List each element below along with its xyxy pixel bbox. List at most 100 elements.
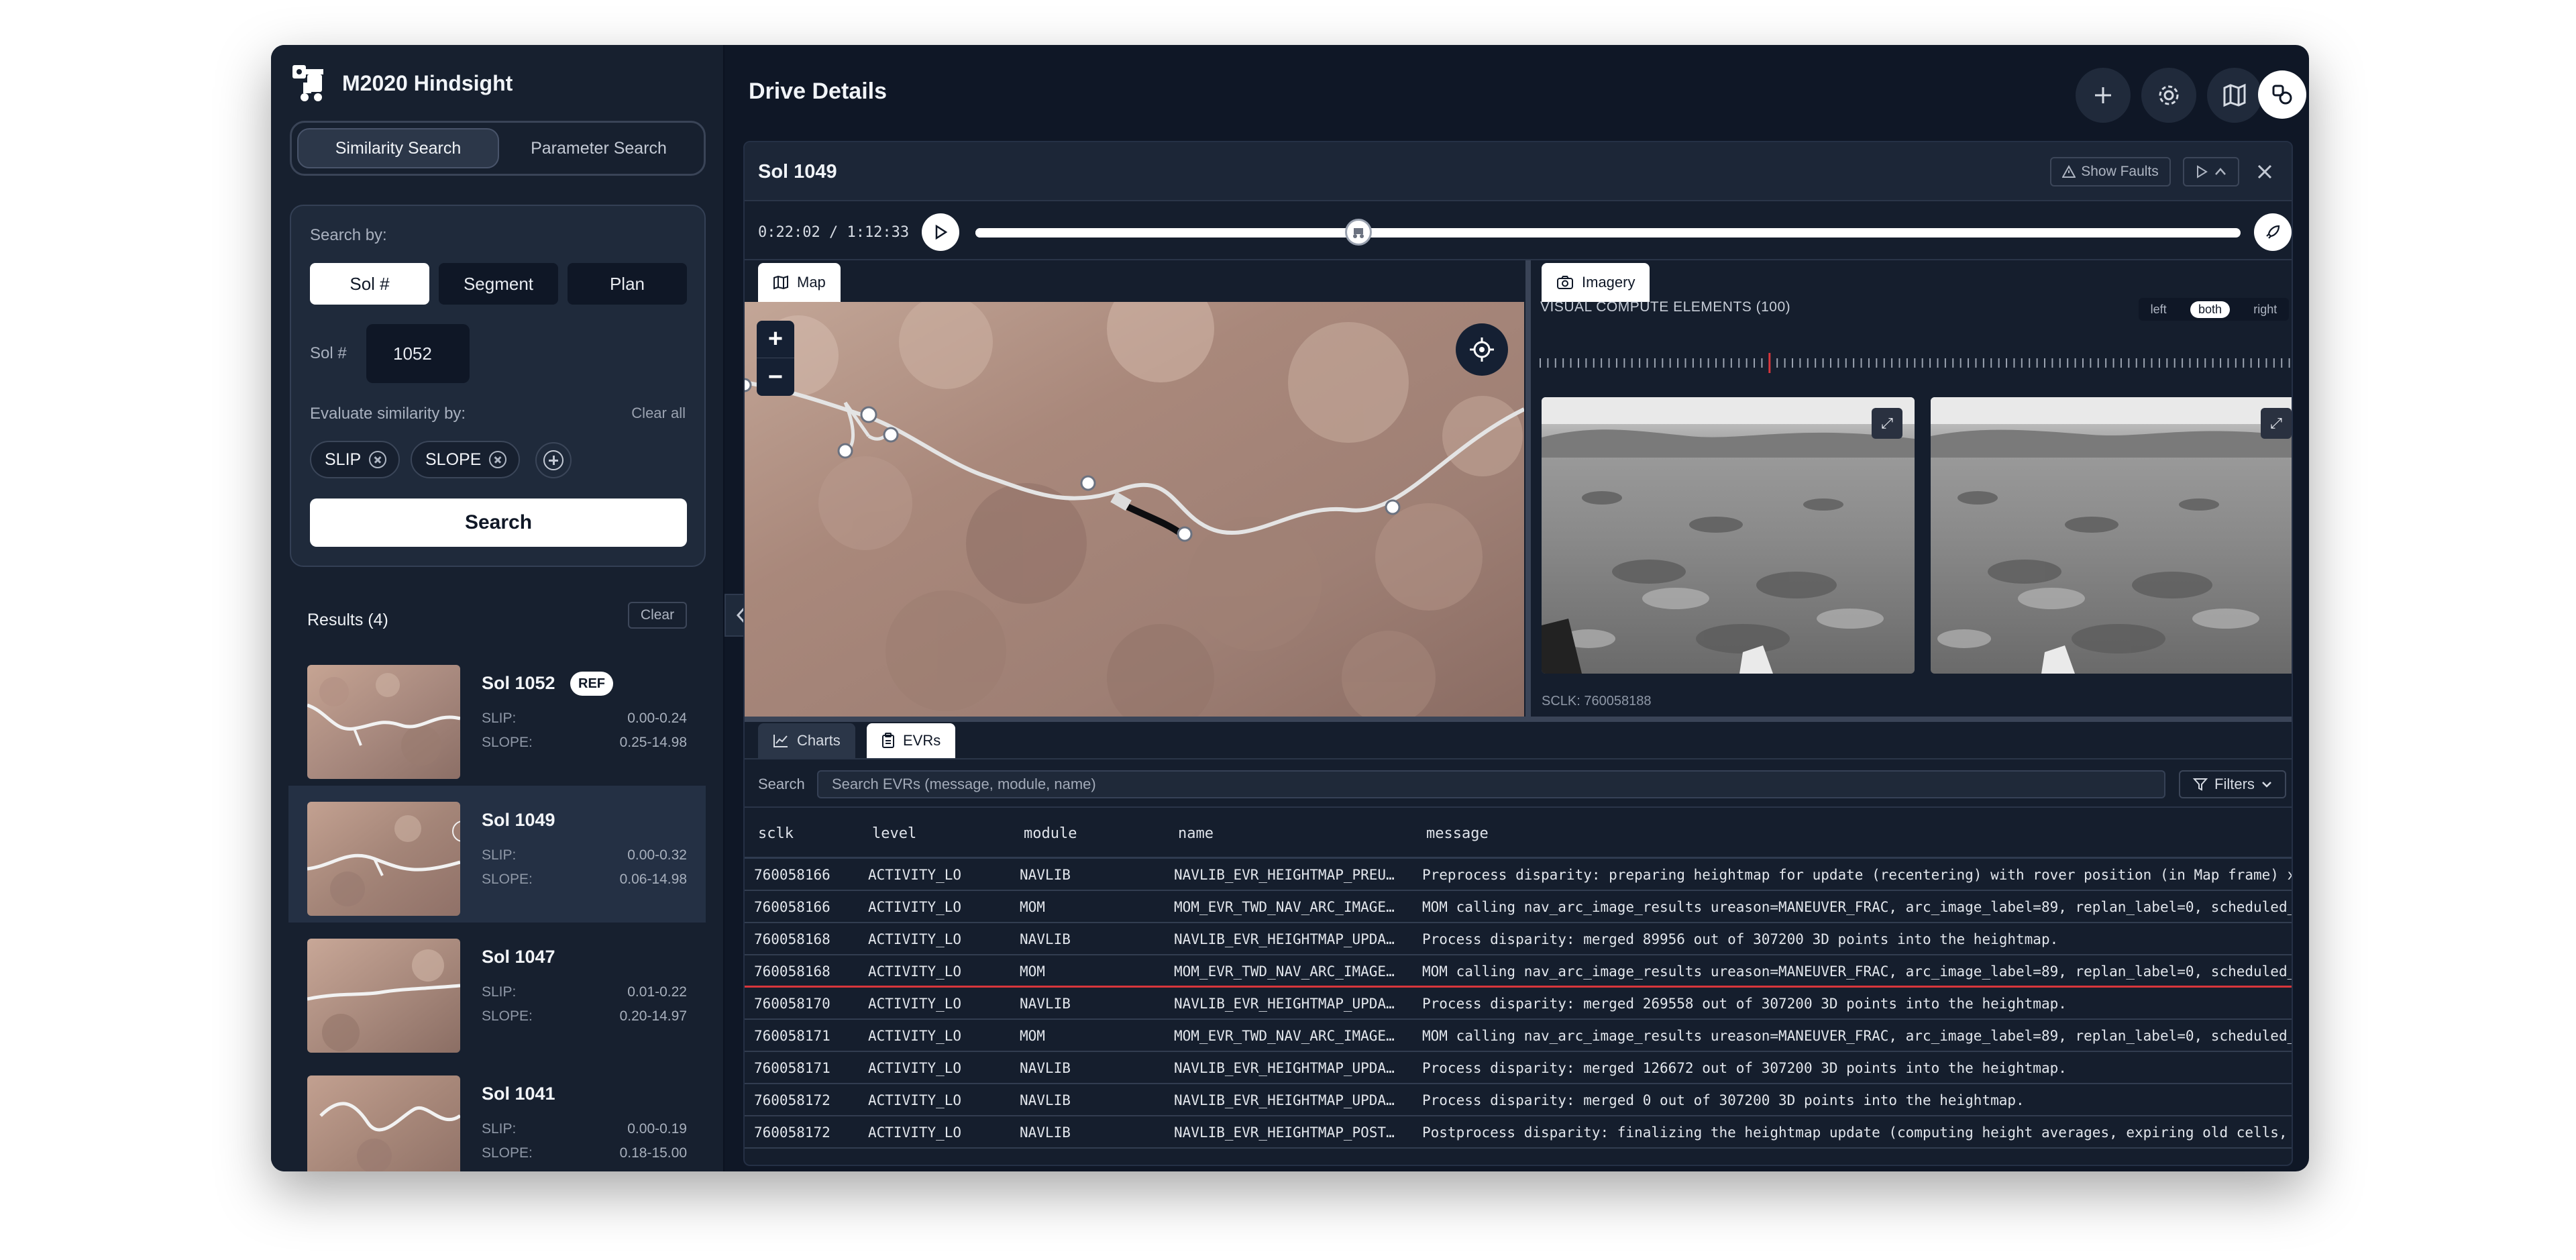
result-item-selected[interactable]: Sol 1049 SLIP: 0.00-0.32 SLOPE: 0.06-14.… bbox=[288, 786, 706, 923]
cell-level: ACTIVITY_LO bbox=[868, 899, 962, 915]
close-icon[interactable] bbox=[2255, 162, 2274, 181]
cell-message: Process disparity: merged 89956 out of 3… bbox=[1422, 931, 2059, 947]
add-button[interactable] bbox=[2076, 68, 2131, 123]
slope-label: SLOPE: bbox=[482, 1008, 533, 1024]
locate-button[interactable] bbox=[1456, 323, 1508, 376]
clear-results-button[interactable]: Clear bbox=[628, 602, 687, 629]
page-title: Drive Details bbox=[749, 78, 887, 104]
cell-name: NAVLIB_EVR_HEIGHTMAP_PREU… bbox=[1174, 867, 1395, 883]
cell-message: Process disparity: merged 0 out of 30720… bbox=[1422, 1092, 2025, 1108]
search-by-segment-button[interactable]: Segment bbox=[439, 263, 558, 305]
split-divider-horizontal[interactable] bbox=[745, 717, 2292, 722]
add-parameter-button[interactable] bbox=[535, 442, 572, 478]
crosshair-icon bbox=[1470, 337, 1494, 362]
tab-parameter-search[interactable]: Parameter Search bbox=[499, 128, 698, 168]
slip-label: SLIP: bbox=[482, 847, 517, 863]
search-by-sol-button[interactable]: Sol # bbox=[310, 263, 429, 305]
cell-name: NAVLIB_EVR_HEIGHTMAP_UPDA… bbox=[1174, 1060, 1395, 1076]
slip-value: 0.00-0.19 bbox=[627, 1121, 687, 1137]
layers-icon bbox=[2272, 85, 2292, 105]
cell-name: MOM_EVR_TWD_NAV_ARC_IMAGE… bbox=[1174, 899, 1395, 915]
table-row[interactable]: 760058172 ACTIVITY_LO NAVLIB NAVLIB_EVR_HEI… bbox=[745, 1116, 2292, 1149]
result-item[interactable]: Sol 1041 SLIP: 0.00-0.19 SLOPE: 0.18-15.… bbox=[288, 1059, 706, 1171]
playback-toggle[interactable] bbox=[2183, 157, 2239, 187]
evaluate-label: Evaluate similarity by: bbox=[310, 405, 466, 423]
evr-search-row: Search Filters bbox=[745, 758, 2292, 808]
cell-module: NAVLIB bbox=[1020, 1124, 1071, 1141]
left-camera-image[interactable]: ⤢ bbox=[1542, 397, 1915, 674]
cell-level: ACTIVITY_LO bbox=[868, 996, 962, 1012]
chevron-up-icon bbox=[2215, 168, 2226, 175]
zoom-in-button[interactable]: + bbox=[757, 321, 794, 358]
remove-chip-icon[interactable] bbox=[369, 451, 387, 468]
slip-value: 0.01-0.22 bbox=[627, 984, 687, 1000]
expand-icon[interactable]: ⤢ bbox=[2261, 408, 2292, 439]
slope-label: SLOPE: bbox=[482, 735, 533, 750]
result-title: Sol 1041 bbox=[482, 1084, 555, 1104]
cell-level: ACTIVITY_LO bbox=[868, 1028, 962, 1044]
show-faults-button[interactable]: Show Faults bbox=[2050, 157, 2171, 187]
cell-message: MOM calling nav_arc_image_results ureaso… bbox=[1422, 1028, 2292, 1044]
result-title: Sol 1052 bbox=[482, 673, 555, 693]
slope-value: 0.20-14.97 bbox=[619, 1008, 687, 1024]
search-by-label: Search by: bbox=[310, 226, 387, 244]
search-button[interactable]: Search bbox=[310, 498, 687, 547]
table-row[interactable]: 760058166 ACTIVITY_LO NAVLIB NAVLIB_EVR_HEI… bbox=[745, 859, 2292, 891]
brand: M2020 Hindsight bbox=[290, 62, 513, 104]
table-row[interactable]: 760058168 ACTIVITY_LO NAVLIB NAVLIB_EVR_HEI… bbox=[745, 923, 2292, 955]
table-row[interactable]: 760058166 ACTIVITY_LO MOM MOM_EVR_TWD_NAV_A… bbox=[745, 891, 2292, 923]
clear-all-link[interactable]: Clear all bbox=[631, 405, 686, 422]
view-right-option[interactable]: right bbox=[2253, 303, 2277, 317]
cell-name: NAVLIB_EVR_HEIGHTMAP_POST… bbox=[1174, 1124, 1395, 1141]
sol-title: Sol 1049 bbox=[758, 161, 837, 182]
chip-label: SLIP bbox=[325, 450, 362, 469]
tab-similarity-search[interactable]: Similarity Search bbox=[297, 128, 499, 168]
view-both-option[interactable]: both bbox=[2190, 301, 2230, 318]
play-button[interactable] bbox=[922, 213, 959, 251]
tab-evrs[interactable]: EVRs bbox=[867, 723, 956, 758]
layers-view-button[interactable] bbox=[2258, 70, 2306, 119]
map-view[interactable]: + − bbox=[745, 302, 1524, 717]
table-row[interactable]: 760058171 ACTIVITY_LO MOM MOM_EVR_TWD_NAV_A… bbox=[745, 1020, 2292, 1052]
tab-map[interactable]: Map bbox=[758, 263, 841, 302]
column-header-name[interactable]: name bbox=[1178, 825, 1214, 842]
drive-card: Sol 1049 Show Faults 0:22:02 / 1:12:33 M… bbox=[743, 141, 2293, 1166]
column-header-module[interactable]: module bbox=[1024, 825, 1077, 842]
zoom-out-button[interactable]: − bbox=[757, 358, 794, 396]
tab-charts[interactable]: Charts bbox=[758, 723, 855, 758]
remove-chip-icon[interactable] bbox=[489, 451, 507, 468]
result-item[interactable]: Sol 1052 REF SLIP: 0.00-0.24 SLOPE: 0.25… bbox=[288, 649, 706, 786]
view-left-option[interactable]: left bbox=[2151, 303, 2167, 317]
column-header-message[interactable]: message bbox=[1426, 825, 1489, 842]
slope-value: 0.25-14.98 bbox=[619, 735, 687, 750]
table-row[interactable]: 760058168 ACTIVITY_LO MOM MOM_EVR_TWD_NAV_A… bbox=[745, 955, 2292, 988]
vce-timeline[interactable] bbox=[1538, 353, 2293, 373]
slip-value: 0.00-0.32 bbox=[627, 847, 687, 863]
cell-message: MOM calling nav_arc_image_results ureaso… bbox=[1422, 899, 2292, 915]
timeline-handle[interactable] bbox=[1345, 219, 1373, 246]
map-view-button[interactable] bbox=[2207, 68, 2262, 123]
evr-search-input[interactable] bbox=[817, 770, 2165, 798]
column-header-sclk[interactable]: sclk bbox=[758, 825, 794, 842]
split-divider[interactable] bbox=[1525, 260, 1531, 717]
right-camera-image[interactable]: ⤢ bbox=[1931, 397, 2292, 674]
tab-imagery[interactable]: Imagery bbox=[1542, 263, 1650, 302]
results-title: Results (4) bbox=[307, 611, 388, 629]
expand-icon[interactable]: ⤢ bbox=[1872, 408, 1902, 439]
sol-input[interactable] bbox=[366, 324, 470, 383]
filters-button[interactable]: Filters bbox=[2179, 770, 2286, 798]
cell-level: ACTIVITY_LO bbox=[868, 1092, 962, 1108]
result-item[interactable]: Sol 1047 SLIP: 0.01-0.22 SLOPE: 0.20-14.… bbox=[288, 923, 706, 1059]
search-mode-toggle: Similarity Search Parameter Search bbox=[290, 121, 706, 176]
settings-button[interactable] bbox=[2141, 68, 2196, 123]
column-header-level[interactable]: level bbox=[872, 825, 916, 842]
search-by-plan-button[interactable]: Plan bbox=[568, 263, 687, 305]
table-row[interactable]: 760058171 ACTIVITY_LO NAVLIB NAVLIB_EVR_HEI… bbox=[745, 1052, 2292, 1084]
cell-sclk: 760058170 bbox=[754, 996, 830, 1012]
cell-module: NAVLIB bbox=[1020, 1092, 1071, 1108]
cell-sclk: 760058172 bbox=[754, 1092, 830, 1108]
timeline-track[interactable] bbox=[975, 228, 2241, 238]
table-row[interactable]: 760058170 ACTIVITY_LO NAVLIB NAVLIB_EVR_HEI… bbox=[745, 988, 2292, 1020]
launch-button[interactable] bbox=[2254, 213, 2292, 251]
table-row[interactable]: 760058172 ACTIVITY_LO NAVLIB NAVLIB_EVR_HEI… bbox=[745, 1084, 2292, 1116]
